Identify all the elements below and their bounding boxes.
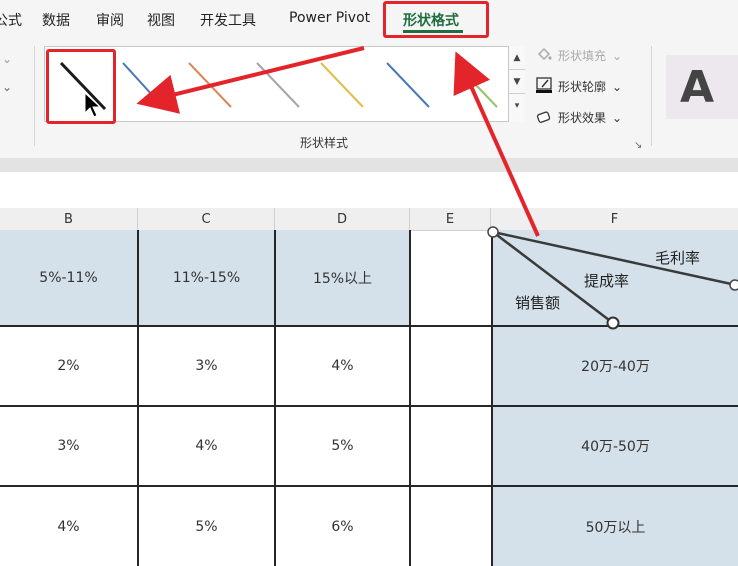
arrow-to-swatch <box>136 46 365 114</box>
annotation-arrows <box>136 46 540 237</box>
arrow-to-tab <box>453 51 540 237</box>
